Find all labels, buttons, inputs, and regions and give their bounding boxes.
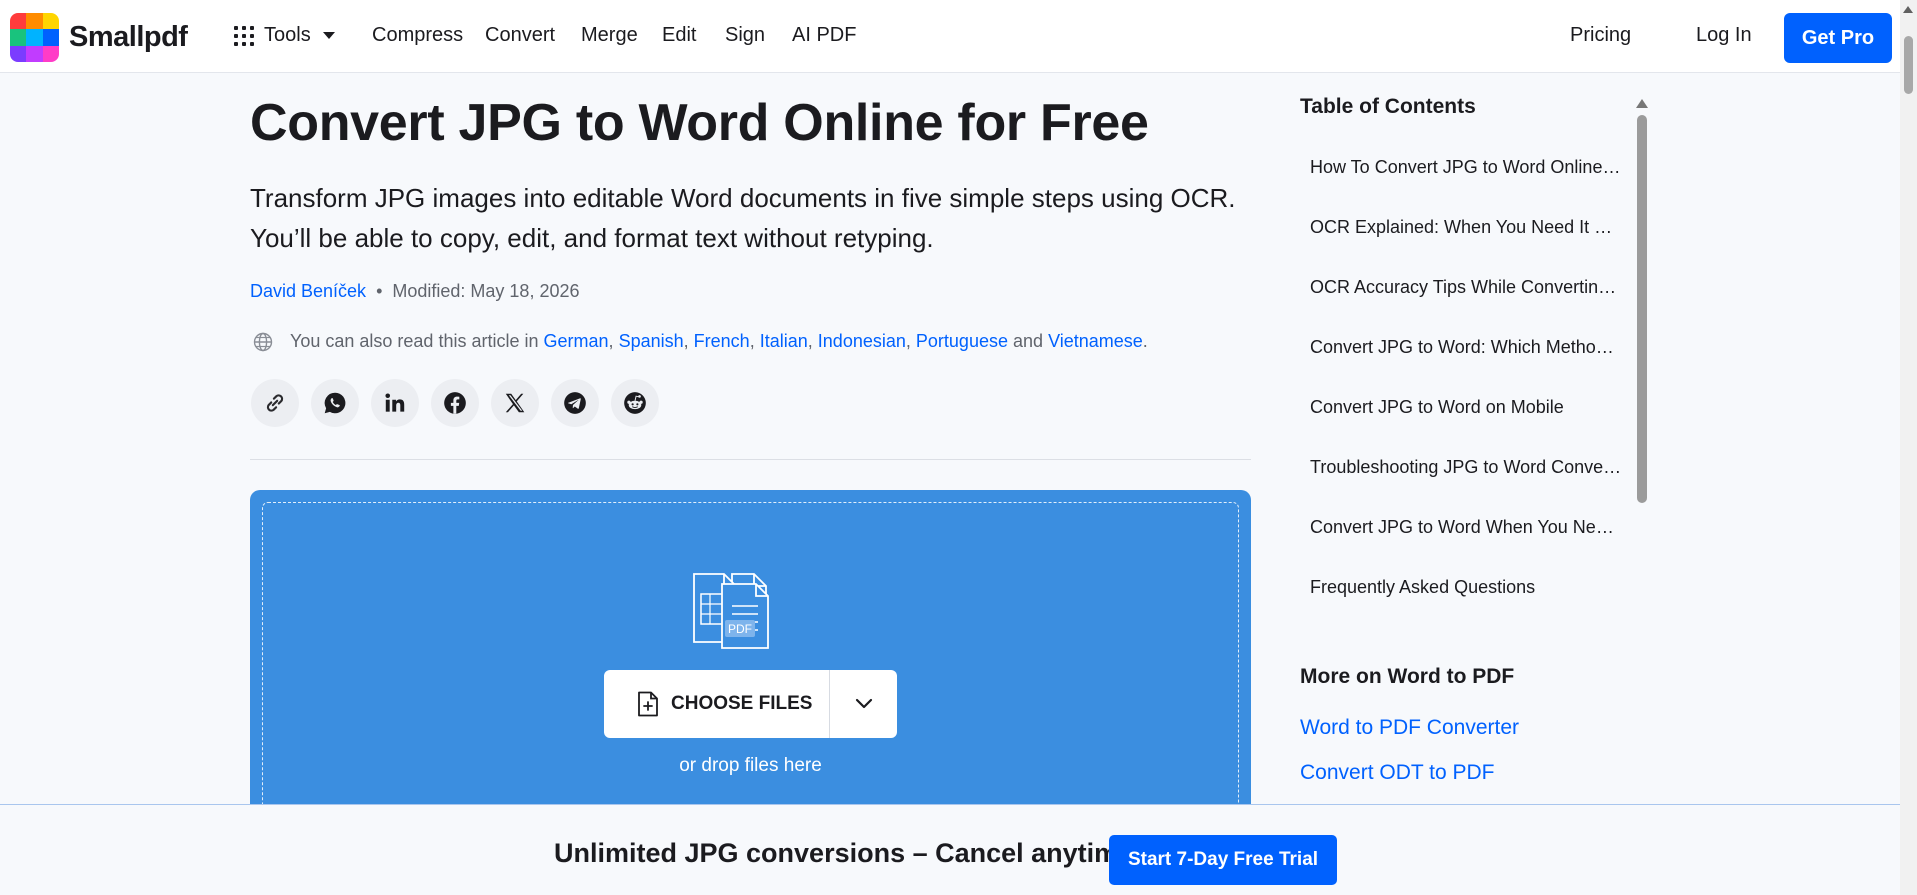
- lang-link-german[interactable]: German: [544, 331, 609, 352]
- get-pro-button[interactable]: Get Pro: [1784, 13, 1892, 63]
- choose-source-dropdown[interactable]: [830, 670, 897, 738]
- promo-banner-text: Unlimited JPG conversions – Cancel anyti…: [554, 838, 1134, 868]
- toc-scroll-up-icon[interactable]: [1636, 99, 1648, 108]
- page-scrollbar[interactable]: [1900, 0, 1917, 895]
- logo-tile: [42, 13, 59, 30]
- share-x-button[interactable]: [491, 379, 539, 427]
- drop-files-hint: or drop files here: [679, 755, 822, 776]
- author-link[interactable]: David Beníček: [250, 281, 366, 302]
- x-icon: [505, 393, 525, 413]
- apps-grid-icon: [234, 25, 254, 46]
- nav-sign[interactable]: Sign: [725, 24, 765, 47]
- share-linkedin-button[interactable]: [371, 379, 419, 427]
- documents-illustration-icon: PDF: [440, 570, 808, 655]
- lang-comma: ,: [608, 331, 614, 351]
- lang-comma: ,: [807, 331, 813, 351]
- choose-files-label: CHOOSE FILES: [671, 693, 813, 714]
- logo-grid-icon: [10, 13, 59, 62]
- more-link-word-to-pdf[interactable]: Word to PDF Converter: [1300, 716, 1519, 740]
- lang-link-spanish[interactable]: Spanish: [619, 331, 684, 352]
- language-links: You can also read this article in German…: [253, 331, 1148, 352]
- lang-period: .: [1142, 331, 1148, 351]
- toc-item[interactable]: Convert JPG to Word When You Need It: [1310, 512, 1622, 572]
- logo-tile: [10, 13, 27, 30]
- telegram-icon: [564, 392, 586, 414]
- toc-title: Table of Contents: [1300, 95, 1476, 118]
- facebook-icon: [444, 392, 466, 414]
- lang-link-portuguese[interactable]: Portuguese: [916, 331, 1008, 352]
- choose-files-control: CHOOSE FILES: [604, 670, 897, 738]
- nav-ai-pdf[interactable]: AI PDF: [792, 24, 856, 47]
- nav-compress[interactable]: Compress: [372, 24, 463, 47]
- more-section-title: More on Word to PDF: [1300, 665, 1515, 688]
- table-of-contents: How To Convert JPG to Word Online Free O…: [1310, 152, 1622, 632]
- tools-label: Tools: [264, 24, 311, 46]
- lang-and: and: [1013, 331, 1044, 351]
- copy-link-button[interactable]: [251, 379, 299, 427]
- logo-tile: [26, 13, 43, 30]
- logo-tile: [10, 29, 27, 46]
- pricing-link[interactable]: Pricing: [1570, 24, 1631, 47]
- tools-menu-button[interactable]: Tools: [234, 24, 335, 47]
- login-link[interactable]: Log In: [1696, 24, 1752, 47]
- meta-separator: •: [376, 281, 383, 301]
- lang-link-vietnamese[interactable]: Vietnamese: [1048, 331, 1143, 352]
- article-lead: Transform JPG images into editable Word …: [250, 183, 1236, 253]
- lang-comma: ,: [749, 331, 755, 351]
- toc-item[interactable]: Convert JPG to Word: Which Method Is Bes…: [1310, 332, 1622, 392]
- lang-link-indonesian[interactable]: Indonesian: [818, 331, 906, 352]
- page-title: Convert JPG to Word Online for Free: [250, 94, 1149, 152]
- nav-edit[interactable]: Edit: [662, 24, 696, 47]
- page-scrollbar-thumb[interactable]: [1904, 36, 1913, 94]
- lang-comma: ,: [683, 331, 689, 351]
- smallpdf-logo[interactable]: Smallpdf: [10, 13, 188, 62]
- toc-item[interactable]: Convert JPG to Word on Mobile: [1310, 392, 1622, 452]
- share-reddit-button[interactable]: [611, 379, 659, 427]
- toc-item[interactable]: How To Convert JPG to Word Online Free: [1310, 152, 1622, 212]
- linkedin-icon: [385, 393, 405, 412]
- toc-scrollbar-thumb[interactable]: [1637, 115, 1647, 503]
- logo-tile: [26, 29, 43, 46]
- add-file-icon: [638, 691, 658, 717]
- chevron-down-icon: [855, 698, 872, 709]
- share-facebook-button[interactable]: [431, 379, 479, 427]
- lang-link-italian[interactable]: Italian: [760, 331, 808, 352]
- languages-prefix: You can also read this article in: [290, 331, 539, 351]
- whatsapp-icon: [324, 392, 346, 414]
- logo-tile: [42, 29, 59, 46]
- scroll-up-icon[interactable]: [1903, 6, 1913, 13]
- more-link-odt-to-pdf[interactable]: Convert ODT to PDF: [1300, 761, 1495, 785]
- nav-convert[interactable]: Convert: [485, 24, 555, 47]
- toc-item[interactable]: OCR Explained: When You Need It and Why: [1310, 212, 1622, 272]
- lang-link-french[interactable]: French: [694, 331, 750, 352]
- logo-tile: [10, 45, 27, 62]
- toc-item[interactable]: OCR Accuracy Tips While Converting JPG: [1310, 272, 1622, 332]
- pdf-badge: PDF: [728, 622, 752, 636]
- modified-date: Modified: May 18, 2026: [392, 281, 580, 301]
- share-telegram-button[interactable]: [551, 379, 599, 427]
- logo-tile: [26, 45, 43, 62]
- link-icon: [266, 394, 284, 412]
- logo-text: Smallpdf: [69, 21, 188, 53]
- start-trial-button[interactable]: Start 7-Day Free Trial: [1109, 835, 1337, 885]
- reddit-icon: [624, 392, 646, 414]
- logo-tile: [42, 45, 59, 62]
- chevron-down-icon: [322, 32, 335, 39]
- share-whatsapp-button[interactable]: [311, 379, 359, 427]
- toc-item[interactable]: Troubleshooting JPG to Word Conversion: [1310, 452, 1622, 512]
- toc-item[interactable]: Frequently Asked Questions: [1310, 572, 1622, 632]
- globe-icon: [253, 332, 273, 351]
- nav-merge[interactable]: Merge: [581, 24, 638, 47]
- lang-comma: ,: [905, 331, 911, 351]
- article-meta: David Beníček • Modified: May 18, 2026: [250, 281, 580, 302]
- choose-files-button[interactable]: CHOOSE FILES: [604, 670, 830, 738]
- section-divider: [250, 459, 1251, 460]
- top-navigation-bar: Smallpdf Tools Compress Convert Merge Ed…: [0, 0, 1900, 73]
